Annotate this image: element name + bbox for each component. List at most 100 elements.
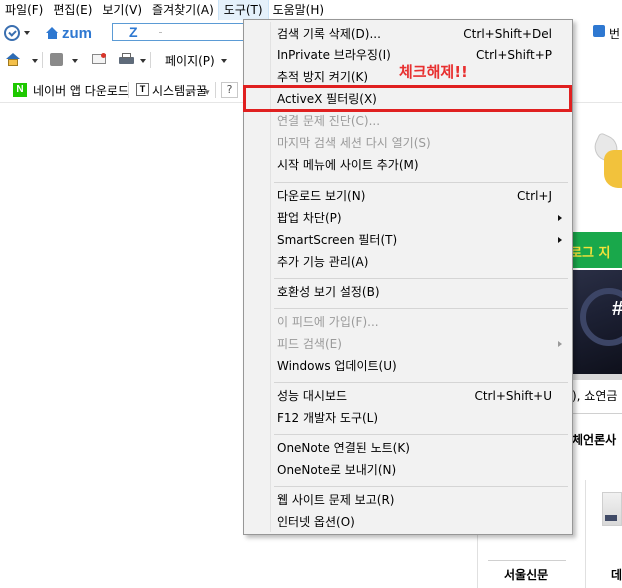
menu-item-label: 성능 대시보드 (277, 389, 348, 403)
menu-item-label: 피드 검색(E) (277, 337, 342, 351)
menu-item-label: OneNote로 보내기(N) (277, 463, 397, 477)
zum-logo[interactable]: zum (46, 24, 92, 42)
mascot-body (604, 150, 622, 188)
menu-item-shortcut: Ctrl+Shift+Del (463, 27, 552, 41)
chevron-right-icon (558, 341, 562, 347)
menu-item-compatibility-view[interactable]: 호환성 보기 설정(B) (246, 281, 570, 303)
menu-item-internet-options[interactable]: 인터넷 옵션(O) (246, 511, 570, 533)
menu-view[interactable]: 보기(V) (97, 0, 147, 20)
chevron-right-icon (558, 237, 562, 243)
favorite-system-tips[interactable]: 시스템긁꿀 (152, 82, 207, 99)
feed-icon[interactable] (50, 53, 63, 66)
back-icon[interactable] (4, 25, 20, 41)
chevron-right-icon (558, 215, 562, 221)
menu-item-diagnose-connection: 연결 문제 진단(C)... (246, 110, 570, 132)
press-section-title: 체언론사 (572, 433, 617, 447)
promo-image[interactable]: # (572, 270, 622, 374)
chevron-down-icon[interactable] (140, 59, 146, 63)
address-input[interactable]: Z (112, 23, 244, 41)
press-item-edge[interactable]: 데 (611, 566, 622, 583)
translate-icon[interactable] (593, 25, 605, 37)
menu-item-popup-blocker[interactable]: 팝업 차단(P) (246, 207, 570, 229)
divider (150, 52, 151, 68)
image-caption-bar (572, 374, 622, 380)
menu-item-label: 다운로드 보기(N) (277, 189, 366, 203)
menu-item-performance-dashboard[interactable]: 성능 대시보드 Ctrl+Shift+U (246, 385, 570, 407)
menu-separator (274, 308, 568, 309)
menu-item-delete-history[interactable]: 검색 기록 삭제(D)... Ctrl+Shift+Del (246, 23, 570, 45)
menu-item-onenote-linked-notes[interactable]: OneNote 연결된 노트(K) (246, 437, 570, 459)
menu-item-label: F12 개발자 도구(L) (277, 411, 379, 425)
annotation-uncheck: 체크해제!! (399, 63, 468, 81)
press-seoul-shinmun[interactable]: 서울신문 (504, 566, 548, 583)
menu-item-manage-addons[interactable]: 추가 기능 관리(A) (246, 251, 570, 273)
mail-icon[interactable] (92, 53, 106, 64)
menu-tools[interactable]: 도구(T) (217, 0, 269, 21)
menu-favorites[interactable]: 즐겨찾기(A) (147, 0, 219, 20)
menu-item-windows-update[interactable]: Windows 업데이트(U) (246, 355, 570, 377)
menu-item-view-downloads[interactable]: 다운로드 보기(N) Ctrl+J (246, 185, 570, 207)
menu-edit[interactable]: 편집(E) (48, 0, 97, 20)
divider (128, 82, 129, 98)
menu-item-send-to-onenote[interactable]: OneNote로 보내기(N) (246, 459, 570, 481)
divider (42, 52, 43, 68)
menu-item-shortcut: Ctrl+J (517, 189, 552, 203)
menu-help[interactable]: 도움말(H) (268, 0, 330, 20)
menu-item-label: 추가 기능 관리(A) (277, 255, 369, 269)
activex-highlight-box (243, 85, 572, 112)
help-button[interactable]: ? (221, 82, 238, 98)
divider (215, 82, 216, 98)
zum-logo-text: zum (62, 24, 92, 42)
menu-item-f12-devtools[interactable]: F12 개발자 도구(L) (246, 407, 570, 429)
menu-item-shortcut: Ctrl+Shift+U (474, 389, 552, 403)
menu-item-add-to-start[interactable]: 시작 메뉴에 사이트 추가(M) (246, 154, 570, 176)
chevron-down-icon[interactable] (221, 59, 227, 63)
favorite-naver-app[interactable]: 네이버 앱 다운로드 (33, 82, 129, 99)
menu-file[interactable]: 파일(F) (0, 0, 48, 20)
translate-label[interactable]: 번 (609, 25, 620, 42)
print-icon[interactable] (119, 53, 134, 66)
page-menu-button[interactable]: 페이지(P) (165, 52, 215, 69)
home-icon (46, 27, 59, 39)
system-tips-icon: T (136, 83, 149, 96)
menu-separator (274, 382, 568, 383)
divider (488, 560, 566, 561)
menu-separator (274, 434, 568, 435)
menu-item-label: 시작 메뉴에 사이트 추가(M) (277, 158, 419, 172)
menu-item-label: 연결 문제 진단(C)... (277, 114, 381, 128)
menu-item-label: InPrivate 브라우징(I) (277, 48, 391, 62)
promo-hashtag: # (612, 298, 622, 321)
menu-item-subscribe-feed: 이 피드에 가입(F)... (246, 311, 570, 333)
news-thumbnail[interactable] (602, 492, 622, 526)
menu-item-label: 웹 사이트 문제 보고(R) (277, 493, 395, 507)
menu-item-reopen-last-session: 마지막 검색 세션 다시 열기(S) (246, 132, 570, 154)
menu-item-label: 호환성 보기 설정(B) (277, 285, 380, 299)
menu-item-label: Windows 업데이트(U) (277, 359, 397, 373)
promo-banner-text[interactable]: 로그 지 (570, 242, 610, 261)
mascot-image (590, 130, 622, 188)
menu-item-label: OneNote 연결된 노트(K) (277, 441, 410, 455)
menu-item-label: 인터넷 옵션(O) (277, 515, 355, 529)
menu-item-label: 팝업 차단(P) (277, 211, 342, 225)
menu-item-label: 검색 기록 삭제(D)... (277, 27, 381, 41)
input-dot (159, 32, 162, 33)
chevron-down-icon[interactable] (32, 59, 38, 63)
menu-separator (274, 278, 568, 279)
menu-item-report-website-problems[interactable]: 웹 사이트 문제 보고(R) (246, 489, 570, 511)
naver-icon: N (13, 83, 27, 97)
home-icon[interactable] (6, 53, 20, 66)
menu-item-feed-discovery: 피드 검색(E) (246, 333, 570, 355)
menu-item-smartscreen[interactable]: SmartScreen 필터(T) (246, 229, 570, 251)
content-divider (585, 480, 586, 588)
menu-separator (274, 486, 568, 487)
chevron-down-icon[interactable]: ▾ (205, 88, 210, 98)
menu-item-shortcut: Ctrl+Shift+P (476, 48, 552, 62)
menu-bar: 파일(F) 편집(E) 보기(V) 즐겨찾기(A) 도구(T) 도움말(H) (0, 0, 622, 21)
chevron-down-icon[interactable] (24, 31, 30, 35)
chevron-down-icon[interactable] (72, 59, 78, 63)
menu-separator (274, 182, 568, 183)
menu-item-label: 이 피드에 가입(F)... (277, 315, 379, 329)
address-input-text: Z (129, 24, 138, 40)
menu-item-label: 마지막 검색 세션 다시 열기(S) (277, 136, 431, 150)
news-snippet[interactable]: ), 쇼연금 (572, 387, 617, 404)
